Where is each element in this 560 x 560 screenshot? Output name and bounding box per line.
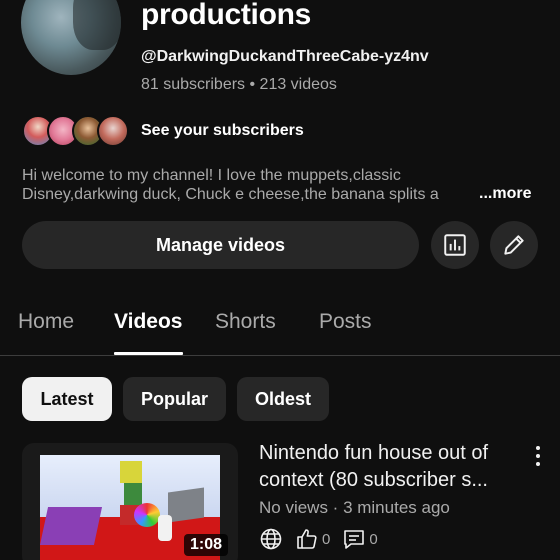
see-subscribers-row[interactable]: See your subscribers <box>22 113 304 149</box>
comment-count: 0 <box>369 530 378 548</box>
video-meta: No views · 3 minutes ago <box>259 498 450 517</box>
video-title[interactable]: Nintendo fun house out of context (80 su… <box>259 440 524 494</box>
filter-chip-oldest[interactable]: Oldest <box>237 377 329 421</box>
tab-shorts[interactable]: Shorts <box>215 310 276 334</box>
edit-channel-button[interactable] <box>490 221 538 269</box>
channel-stats: 81 subscribers • 213 videos <box>141 76 337 93</box>
active-tab-indicator <box>114 352 183 355</box>
comment-icon[interactable] <box>342 527 366 551</box>
globe-icon <box>259 527 283 551</box>
channel-tabs: Home Videos Shorts Posts <box>0 300 560 356</box>
tab-videos[interactable]: Videos <box>114 310 182 334</box>
channel-name: productions <box>141 0 312 31</box>
video-thumbnail[interactable]: 1:08 <box>22 443 238 560</box>
description-line: Disney,darkwing duck, Chuck e cheese,the… <box>22 186 439 203</box>
see-subscribers-link[interactable]: See your subscribers <box>141 122 304 140</box>
tab-home[interactable]: Home <box>18 310 74 334</box>
channel-avatar[interactable] <box>21 0 121 75</box>
channel-description[interactable]: Hi welcome to my channel! I love the mup… <box>22 166 552 204</box>
description-line-2-wrap: Disney,darkwing duck, Chuck e cheese,the… <box>22 185 471 204</box>
subscriber-avatars <box>22 113 134 149</box>
manage-videos-button[interactable]: Manage videos <box>22 221 419 269</box>
thumbs-up-icon[interactable] <box>295 527 319 551</box>
video-title-line: context (80 subscriber s... <box>259 469 488 491</box>
analytics-button[interactable] <box>431 221 479 269</box>
pencil-icon <box>504 235 524 255</box>
filter-chip-popular[interactable]: Popular <box>123 377 226 421</box>
more-link[interactable]: ...more <box>479 185 531 203</box>
tab-posts[interactable]: Posts <box>319 310 372 334</box>
video-title-line: Nintendo fun house out of <box>259 442 489 464</box>
channel-handle: @DarkwingDuckandThreeCabe-yz4nv <box>141 48 429 65</box>
filter-chip-latest[interactable]: Latest <box>22 377 112 421</box>
description-fade <box>445 185 471 204</box>
like-count: 0 <box>322 530 331 548</box>
description-line: Hi welcome to my channel! I love the mup… <box>22 167 401 184</box>
video-duration: 1:08 <box>183 534 228 556</box>
kebab-menu-icon[interactable] <box>530 444 546 468</box>
subscriber-avatar <box>97 115 129 147</box>
bar-chart-icon <box>444 234 466 256</box>
video-actions: 0 0 <box>259 526 378 552</box>
